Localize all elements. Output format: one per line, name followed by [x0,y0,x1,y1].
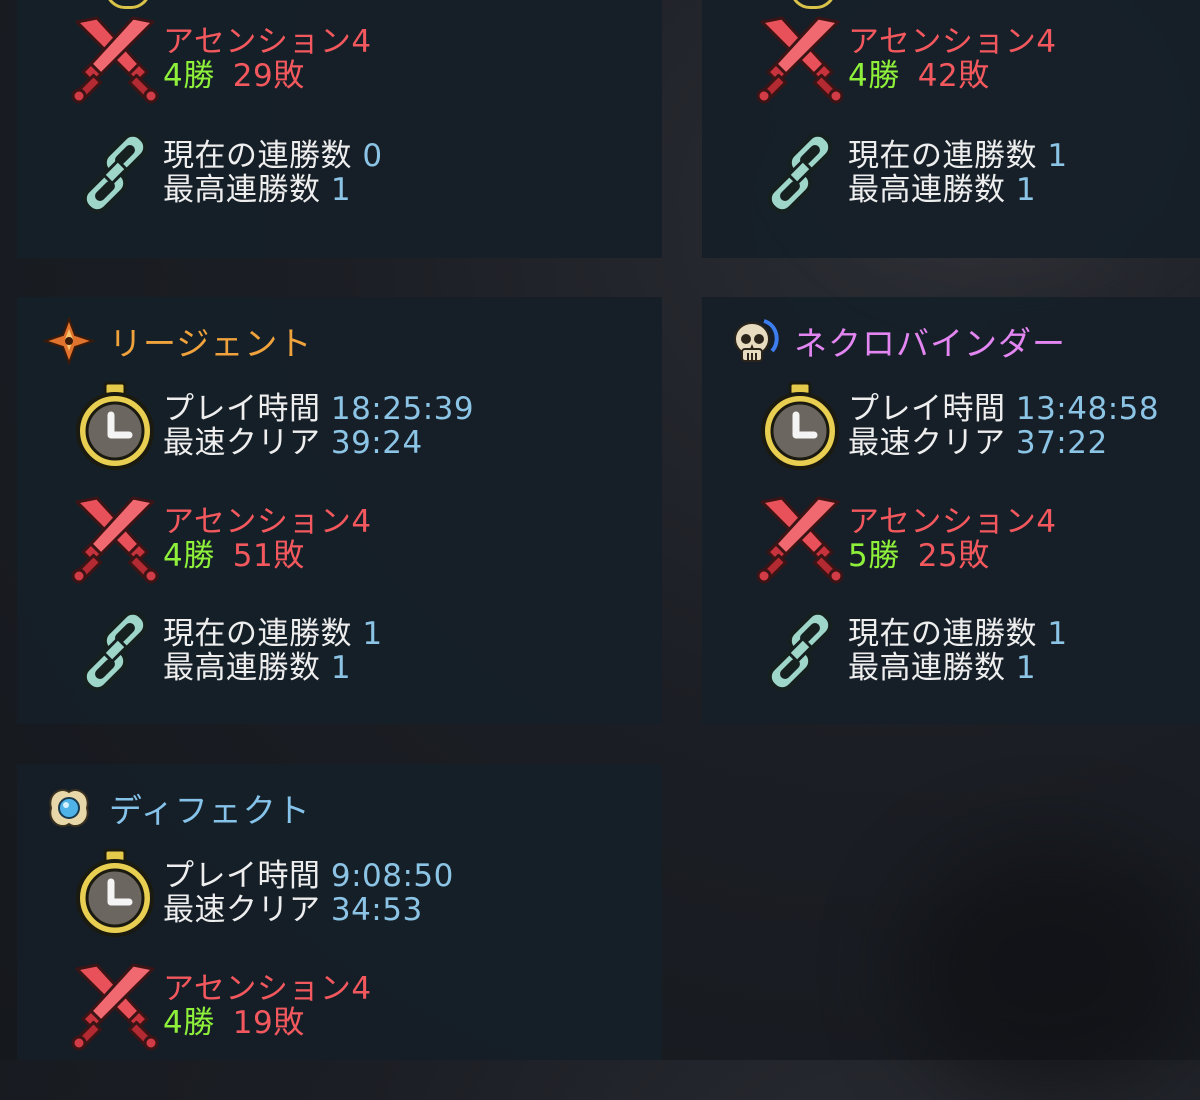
ascension-level: 4 [1036,24,1057,60]
ascension-row: アセンション4 5勝 25敗 [752,494,1057,584]
chain-link-icon [67,606,163,696]
playtime-label: プレイ時間 [848,391,1006,427]
ascension-row: アセンション4 4勝 29敗 [67,14,372,104]
background-shadow [900,840,1200,1100]
losses-count: 25 [917,538,959,574]
character-name: ディフェクト [109,791,311,830]
character-name: ネクロバインダー [794,324,1066,363]
streak-row: 現在の連勝数 1 最高連勝数 1 [752,606,1068,696]
orb-icon [43,784,95,832]
ascension-label: アセンション [848,504,1037,540]
ascension-label: アセンション [848,24,1037,60]
character-panel-defect: ディフェクト プレイ時間 9:08:50 最速クリア 34:53 アセンション4… [17,764,662,1060]
fastest-clear-value: 37:22 [1015,425,1108,461]
stopwatch-icon [67,848,163,938]
ascension-label: アセンション [163,971,352,1007]
current-streak-value: 1 [362,616,383,652]
top-left-header-icon-partial [105,0,151,9]
best-streak-value: 1 [330,650,352,686]
wins-unit: 勝 [183,538,215,574]
losses-unit: 敗 [958,538,990,574]
best-streak-value: 1 [1015,650,1037,686]
fastest-clear-value: 39:24 [330,425,423,461]
streak-row: 現在の連勝数 1 最高連勝数 1 [67,606,383,696]
playtime-row: プレイ時間 13:48:58 最速クリア 37:22 [752,381,1159,471]
losses-unit: 敗 [273,1005,305,1041]
playtime-label: プレイ時間 [163,391,321,427]
crossed-swords-icon [752,494,848,584]
character-panel-top-right: アセンション4 4勝 42敗 現在の連勝数 1 最高連勝数 1 [702,0,1200,258]
best-streak-label: 最高連勝数 [848,172,1006,208]
ascension-row: アセンション4 4勝 42敗 [752,14,1057,104]
current-streak-label: 現在の連勝数 [848,616,1037,652]
ascension-label: アセンション [163,504,352,540]
regent-crest-icon [43,317,95,365]
character-panel-regent: リージェント プレイ時間 18:25:39 最速クリア 39:24 アセンション… [17,297,662,724]
losses-count: 42 [917,58,959,94]
losses-unit: 敗 [273,58,305,94]
character-name: リージェント [109,324,313,363]
ascension-level: 4 [351,971,372,1007]
chain-link-icon [752,606,848,696]
playtime-row: プレイ時間 9:08:50 最速クリア 34:53 [67,848,454,938]
current-streak-label: 現在の連勝数 [163,616,352,652]
character-header: ディフェクト [43,784,311,832]
ascension-label: アセンション [163,24,352,60]
best-streak-label: 最高連勝数 [848,650,1006,686]
ascension-row: アセンション4 4勝 51敗 [67,494,372,584]
losses-unit: 敗 [273,538,305,574]
wins-count: 4 [848,58,869,94]
skull-icon [728,317,780,365]
fastest-clear-label: 最速クリア [163,425,321,461]
wins-unit: 勝 [183,58,215,94]
current-streak-value: 1 [1047,616,1068,652]
playtime-value: 9:08:50 [330,858,454,894]
stopwatch-icon [67,381,163,471]
ascension-row: アセンション4 4勝 19敗 [67,961,372,1051]
current-streak-value: 1 [1047,138,1068,174]
wins-unit: 勝 [183,1005,215,1041]
ascension-level: 4 [351,24,372,60]
current-streak-label: 現在の連勝数 [163,138,352,174]
best-streak-label: 最高連勝数 [163,650,321,686]
playtime-value: 18:25:39 [330,391,475,427]
crossed-swords-icon [752,14,848,104]
playtime-row: プレイ時間 18:25:39 最速クリア 39:24 [67,381,474,471]
playtime-label: プレイ時間 [163,858,321,894]
chain-link-icon [67,128,163,218]
crossed-swords-icon [67,494,163,584]
wins-count: 4 [163,58,184,94]
fastest-clear-label: 最速クリア [848,425,1006,461]
ascension-level: 4 [1036,504,1057,540]
losses-count: 51 [232,538,274,574]
crossed-swords-icon [67,14,163,104]
losses-unit: 敗 [958,58,990,94]
fastest-clear-label: 最速クリア [163,892,321,928]
best-streak-label: 最高連勝数 [163,172,321,208]
losses-count: 19 [232,1005,274,1041]
current-streak-value: 0 [362,138,383,174]
character-header: ネクロバインダー [728,317,1066,365]
wins-count: 4 [163,538,184,574]
wins-unit: 勝 [868,58,900,94]
fastest-clear-value: 34:53 [330,892,423,928]
chain-link-icon [752,128,848,218]
crossed-swords-icon [67,961,163,1051]
current-streak-label: 現在の連勝数 [848,138,1037,174]
character-header: リージェント [43,317,312,365]
streak-row: 現在の連勝数 0 最高連勝数 1 [67,128,383,218]
wins-unit: 勝 [868,538,900,574]
losses-count: 29 [232,58,274,94]
streak-row: 現在の連勝数 1 最高連勝数 1 [752,128,1068,218]
ascension-level: 4 [351,504,372,540]
wins-count: 5 [848,538,869,574]
best-streak-value: 1 [330,172,352,208]
character-panel-necrobinder: ネクロバインダー プレイ時間 13:48:58 最速クリア 37:22 アセンシ… [702,297,1200,724]
stopwatch-icon [752,381,848,471]
best-streak-value: 1 [1015,172,1037,208]
character-panel-top-left: アセンション4 4勝 29敗 現在の連勝数 0 最高連勝数 1 [17,0,662,258]
playtime-value: 13:48:58 [1015,391,1160,427]
top-right-header-icon-partial [790,0,836,9]
wins-count: 4 [163,1005,184,1041]
